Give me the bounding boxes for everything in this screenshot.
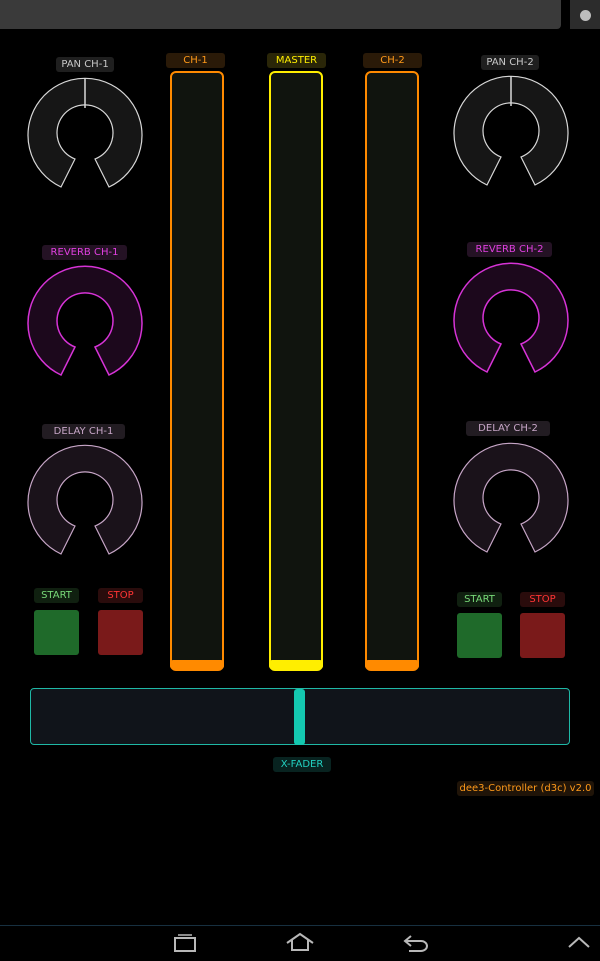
- ch1-label: CH-1: [166, 53, 225, 68]
- crossfader-handle[interactable]: [294, 689, 305, 745]
- ch2-fader[interactable]: [365, 71, 419, 671]
- master-fader-handle[interactable]: [269, 660, 323, 669]
- pan-ch2-knob[interactable]: [451, 73, 571, 193]
- top-bar: [0, 0, 561, 29]
- version-label: dee3-Controller (d3c) v2.0: [457, 781, 594, 796]
- reverb-ch1-knob[interactable]: [25, 263, 145, 383]
- ch1-fader-handle[interactable]: [170, 660, 224, 669]
- ch1-fader[interactable]: [170, 71, 224, 671]
- pan-ch1-label: PAN CH-1: [56, 57, 114, 72]
- ch2-label: CH-2: [363, 53, 422, 68]
- pan-ch1-knob[interactable]: [25, 75, 145, 195]
- reverb-ch2-knob[interactable]: [451, 260, 571, 380]
- delay-ch1-label: DELAY CH-1: [42, 424, 125, 439]
- reverb-ch2-label: REVERB CH-2: [467, 242, 552, 257]
- delay-ch2-knob[interactable]: [451, 440, 571, 560]
- delay-ch2-label: DELAY CH-2: [466, 421, 550, 436]
- stop-ch1-label: STOP: [98, 588, 143, 603]
- home-icon[interactable]: [284, 931, 316, 953]
- start-ch2-button[interactable]: [457, 613, 502, 658]
- overflow-dot-icon: [580, 10, 591, 21]
- reverb-ch1-label: REVERB CH-1: [42, 245, 127, 260]
- back-icon[interactable]: [401, 932, 431, 954]
- stop-ch2-button[interactable]: [520, 613, 565, 658]
- recent-apps-icon[interactable]: [170, 932, 200, 954]
- delay-ch1-knob[interactable]: [25, 442, 145, 562]
- pan-ch2-label: PAN CH-2: [481, 55, 539, 70]
- stop-ch1-button[interactable]: [98, 610, 143, 655]
- start-ch1-label: START: [34, 588, 79, 603]
- start-ch2-label: START: [457, 592, 502, 607]
- master-fader[interactable]: [269, 71, 323, 671]
- stop-ch2-label: STOP: [520, 592, 565, 607]
- start-ch1-button[interactable]: [34, 610, 79, 655]
- ch2-fader-handle[interactable]: [365, 660, 419, 669]
- master-label: MASTER: [267, 53, 326, 68]
- crossfader-label: X-FADER: [273, 757, 331, 772]
- chevron-up-icon[interactable]: [566, 934, 592, 950]
